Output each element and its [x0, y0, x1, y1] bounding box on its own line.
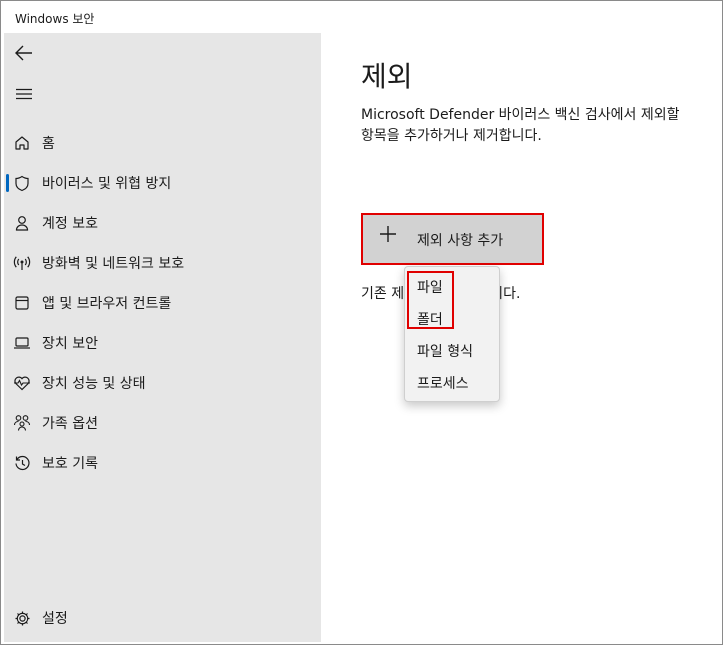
menu-item-process[interactable]: 프로세스: [405, 367, 499, 397]
menu-toggle-button[interactable]: [13, 83, 35, 105]
menu-item-label: 프로세스: [417, 376, 469, 392]
sidebar-item-app-browser-control[interactable]: 앱 및 브라우저 컨트롤: [4, 285, 321, 321]
sidebar-item-label: 보호 기록: [42, 456, 98, 472]
sidebar-item-home[interactable]: 홈: [4, 125, 321, 161]
page-description: Microsoft Defender 바이러스 백신 검사에서 제외할 항목을 …: [361, 107, 680, 144]
menu-item-label: 파일 형식: [417, 344, 473, 360]
heartbeat-icon: [13, 374, 31, 392]
sidebar-item-virus-protection[interactable]: 바이러스 및 위협 방지: [4, 165, 321, 201]
laptop-icon: [13, 334, 31, 352]
sidebar-item-label: 장치 보안: [42, 336, 98, 352]
history-icon: [13, 454, 31, 472]
sidebar-item-label: 방화벽 및 네트워크 보호: [42, 256, 185, 272]
sidebar-item-device-health[interactable]: 장치 성능 및 상태: [4, 365, 321, 401]
back-arrow-icon: [15, 45, 32, 61]
sidebar-item-label: 홈: [42, 136, 55, 152]
gear-icon: [13, 609, 31, 627]
sidebar-item-label: 앱 및 브라우저 컨트롤: [42, 296, 172, 312]
family-icon: [13, 414, 31, 432]
sidebar-item-family-options[interactable]: 가족 옵션: [4, 405, 321, 441]
sidebar-item-device-security[interactable]: 장치 보안: [4, 325, 321, 361]
window-title: Windows 보안: [15, 12, 95, 26]
app-window: Windows 보안 홈 바이러스 및 위협 방지 계정 보호 방화벽 및 네트…: [0, 0, 723, 645]
sidebar-item-label: 설정: [42, 611, 68, 627]
title-bar: Windows 보안: [1, 1, 722, 33]
sidebar-item-label: 가족 옵션: [42, 416, 98, 432]
hamburger-icon: [16, 88, 32, 100]
wifi-antenna-icon: [13, 254, 31, 272]
add-exclusion-button[interactable]: 제외 사항 추가: [361, 213, 544, 265]
main-content: 제외 Microsoft Defender 바이러스 백신 검사에서 제외할 항…: [321, 33, 722, 642]
sidebar-item-label: 계정 보호: [42, 216, 98, 232]
highlight-box: [407, 271, 454, 329]
sidebar-item-label: 장치 성능 및 상태: [42, 376, 146, 392]
sidebar-item-settings[interactable]: 설정: [4, 600, 321, 636]
page-title: 제외: [361, 60, 413, 93]
home-icon: [13, 134, 31, 152]
app-window-icon: [13, 294, 31, 312]
person-icon: [13, 214, 31, 232]
sidebar: 홈 바이러스 및 위협 방지 계정 보호 방화벽 및 네트워크 보호 앱 및 브…: [4, 33, 321, 642]
shield-icon: [13, 174, 31, 192]
sidebar-item-account-protection[interactable]: 계정 보호: [4, 205, 321, 241]
selection-indicator: [6, 174, 9, 192]
sidebar-item-firewall[interactable]: 방화벽 및 네트워크 보호: [4, 245, 321, 281]
add-exclusion-label: 제외 사항 추가: [417, 233, 504, 249]
back-button[interactable]: [13, 42, 35, 64]
plus-icon: [380, 226, 396, 242]
menu-item-file-type[interactable]: 파일 형식: [405, 335, 499, 365]
sidebar-item-label: 바이러스 및 위협 방지: [42, 176, 172, 192]
sidebar-item-protection-history[interactable]: 보호 기록: [4, 445, 321, 481]
